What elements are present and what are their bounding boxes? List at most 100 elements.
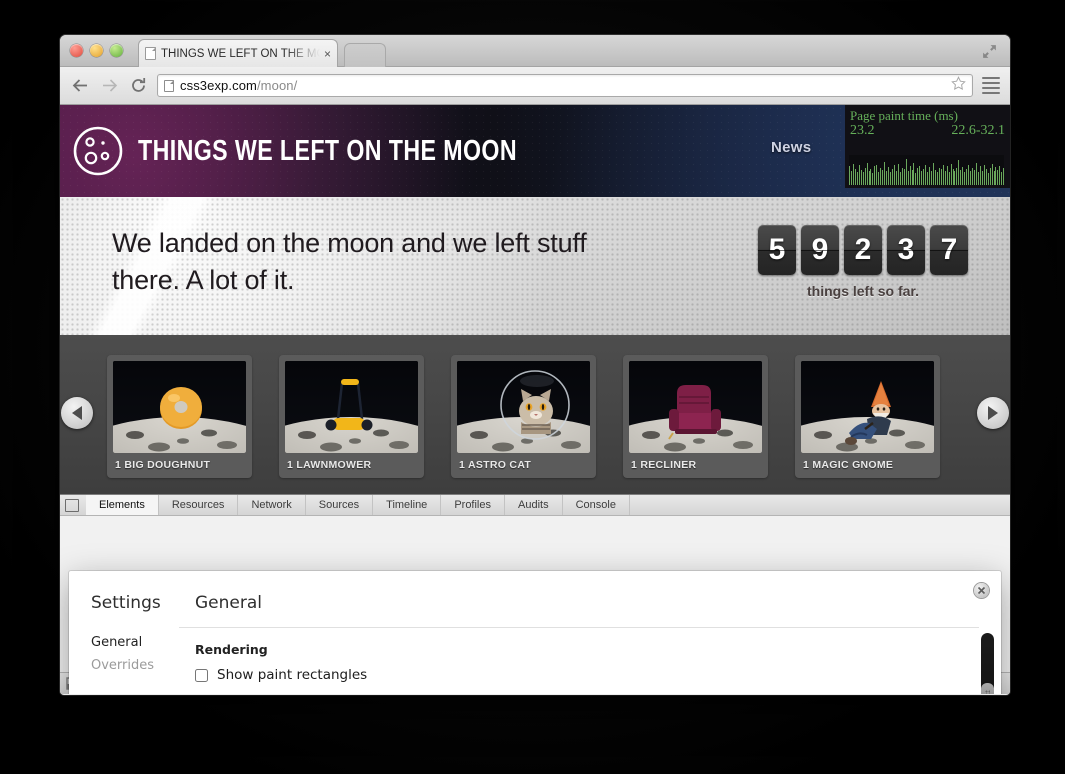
dock-to-bottom-icon[interactable] (65, 499, 79, 512)
hamburger-menu-icon[interactable] (982, 75, 1000, 96)
carousel-card[interactable]: 1 MAGIC GNOME (795, 355, 940, 478)
paint-time-graph (849, 155, 1004, 185)
devtools-tab-elements[interactable]: Elements (86, 495, 159, 515)
desktop-background: THINGS WE LEFT ON THE MOON × css3ex (0, 0, 1065, 774)
paint-widget-values: 23.2 22.6-32.1 (850, 123, 1005, 139)
page-paint-time-widget: Page paint time (ms) 23.2 22.6-32.1 (845, 105, 1010, 188)
carousel-card-label: 1 BIG DOUGHNUT (115, 459, 211, 471)
devtools-tab-sources[interactable]: Sources (306, 495, 374, 515)
paint-graph-bar (960, 170, 962, 185)
setting-show-fps-meter[interactable]: Show FPS meter (195, 692, 969, 694)
counter-digits: 59237 (758, 225, 968, 275)
paint-graph-bar (890, 172, 891, 185)
counter-caption: things left so far. (806, 283, 919, 299)
counter-digit: 9 (801, 225, 839, 275)
show-fps-meter-checkbox[interactable] (195, 693, 208, 694)
paint-graph-bar (852, 164, 854, 185)
counter-digit: 5 (758, 225, 796, 275)
window-close-button[interactable] (70, 44, 83, 57)
paint-graph-bar (946, 166, 948, 185)
browser-tab[interactable]: THINGS WE LEFT ON THE MOON × (138, 39, 338, 67)
url-host: css3exp.com (180, 78, 257, 93)
devtools-tab-network[interactable]: Network (238, 495, 306, 515)
paint-graph-bar (907, 171, 909, 185)
paint-graph-bar (850, 171, 852, 185)
paint-graph-bar (940, 168, 942, 185)
close-icon[interactable] (974, 583, 989, 598)
maximize-icon[interactable] (981, 43, 998, 60)
page-viewport: THINGS WE LEFT ON THE MOON News Things S… (60, 105, 1010, 694)
browser-tab-title: THINGS WE LEFT ON THE MOON (161, 47, 320, 60)
paint-graph-bar (913, 163, 915, 185)
paint-graph-bar (923, 169, 925, 185)
carousel-prev-icon[interactable] (61, 397, 93, 429)
site-brand[interactable]: THINGS WE LEFT ON THE MOON (72, 125, 612, 177)
show-paint-rectangles-checkbox[interactable] (195, 668, 208, 682)
paint-graph-bar (987, 173, 989, 185)
counter-digit: 2 (844, 225, 882, 275)
paint-graph-bar (997, 170, 999, 185)
paint-graph-bar (891, 169, 893, 185)
paint-graph-bar (942, 165, 944, 185)
carousel-card[interactable]: 1 ASTRO CAT (451, 355, 596, 478)
paint-graph-bar (882, 170, 884, 185)
paint-graph-bar (938, 167, 940, 185)
setting-show-paint-rectangles[interactable]: Show paint rectangles (195, 667, 969, 683)
devtools-tab-audits[interactable]: Audits (505, 495, 563, 515)
devtools-tab-console[interactable]: Console (563, 495, 630, 515)
address-bar[interactable]: css3exp.com/moon/ (157, 74, 973, 97)
paint-graph-bar (925, 164, 927, 185)
paint-graph-bar (895, 170, 897, 185)
window-minimize-button[interactable] (90, 44, 103, 57)
show-fps-meter-label: Show FPS meter (217, 692, 327, 694)
devtools-tab-timeline[interactable]: Timeline (373, 495, 442, 515)
nav-item-news[interactable]: News (771, 139, 811, 156)
reload-icon[interactable] (128, 76, 148, 96)
paint-graph-bar (901, 167, 903, 185)
paint-graph-bar (929, 167, 931, 185)
paint-graph-bar (874, 166, 876, 185)
paint-graph-bar (905, 158, 907, 185)
garden-gnome-on-moon-photo (801, 361, 934, 453)
carousel-card[interactable]: 1 RECLINER (623, 355, 768, 478)
paint-graph-bar (995, 167, 997, 185)
carousel-card-list: 1 BIG DOUGHNUT 1 LAWNMOWER 1 ASTRO CAT 1… (60, 355, 1010, 478)
paint-graph-bar (884, 161, 886, 185)
carousel-next-icon[interactable] (977, 397, 1009, 429)
bookmark-star-icon[interactable] (951, 75, 966, 96)
browser-window: THINGS WE LEFT ON THE MOON × css3ex (60, 35, 1010, 695)
window-zoom-button[interactable] (110, 44, 123, 57)
page-favicon-icon (145, 47, 156, 60)
settings-nav-general[interactable]: General (91, 631, 179, 654)
paint-graph-bar (989, 168, 991, 185)
paint-graph-bar (977, 171, 979, 185)
settings-scrollbar[interactable] (981, 633, 994, 694)
scrollbar-thumb[interactable] (981, 682, 994, 694)
paint-graph-bar (999, 165, 1001, 185)
paint-graph-bar (860, 170, 862, 185)
devtools-tab-profiles[interactable]: Profiles (441, 495, 505, 515)
paint-graph-bar (950, 164, 952, 185)
paint-graph-bar (981, 170, 983, 185)
paint-graph-bar (983, 165, 985, 185)
paint-graph-bar (1003, 167, 1004, 185)
paint-graph-bar (911, 170, 913, 185)
paint-graph-bar (964, 172, 966, 185)
settings-nav-shortcuts[interactable]: Shortcuts (91, 693, 179, 694)
carousel-card[interactable]: 1 LAWNMOWER (279, 355, 424, 478)
settings-content-pane: Rendering Show paint rectangles Show FPS… (179, 627, 979, 694)
paint-graph-bar (979, 166, 981, 185)
settings-nav-overrides[interactable]: Overrides (91, 654, 179, 677)
devtools-tab-resources[interactable]: Resources (159, 495, 239, 515)
paint-graph-bar (915, 173, 917, 185)
paint-graph-bar (854, 169, 856, 185)
back-arrow-icon[interactable] (70, 76, 90, 96)
lawnmower-on-moon-photo (285, 361, 418, 453)
carousel-card[interactable]: 1 BIG DOUGHNUT (107, 355, 252, 478)
paint-graph-bar (948, 171, 950, 185)
paint-graph-bar (917, 168, 919, 185)
settings-section-rendering: Rendering (195, 642, 268, 657)
tab-close-icon[interactable]: × (320, 47, 331, 61)
forward-arrow-icon[interactable] (99, 76, 119, 96)
new-tab-button[interactable] (344, 43, 386, 67)
